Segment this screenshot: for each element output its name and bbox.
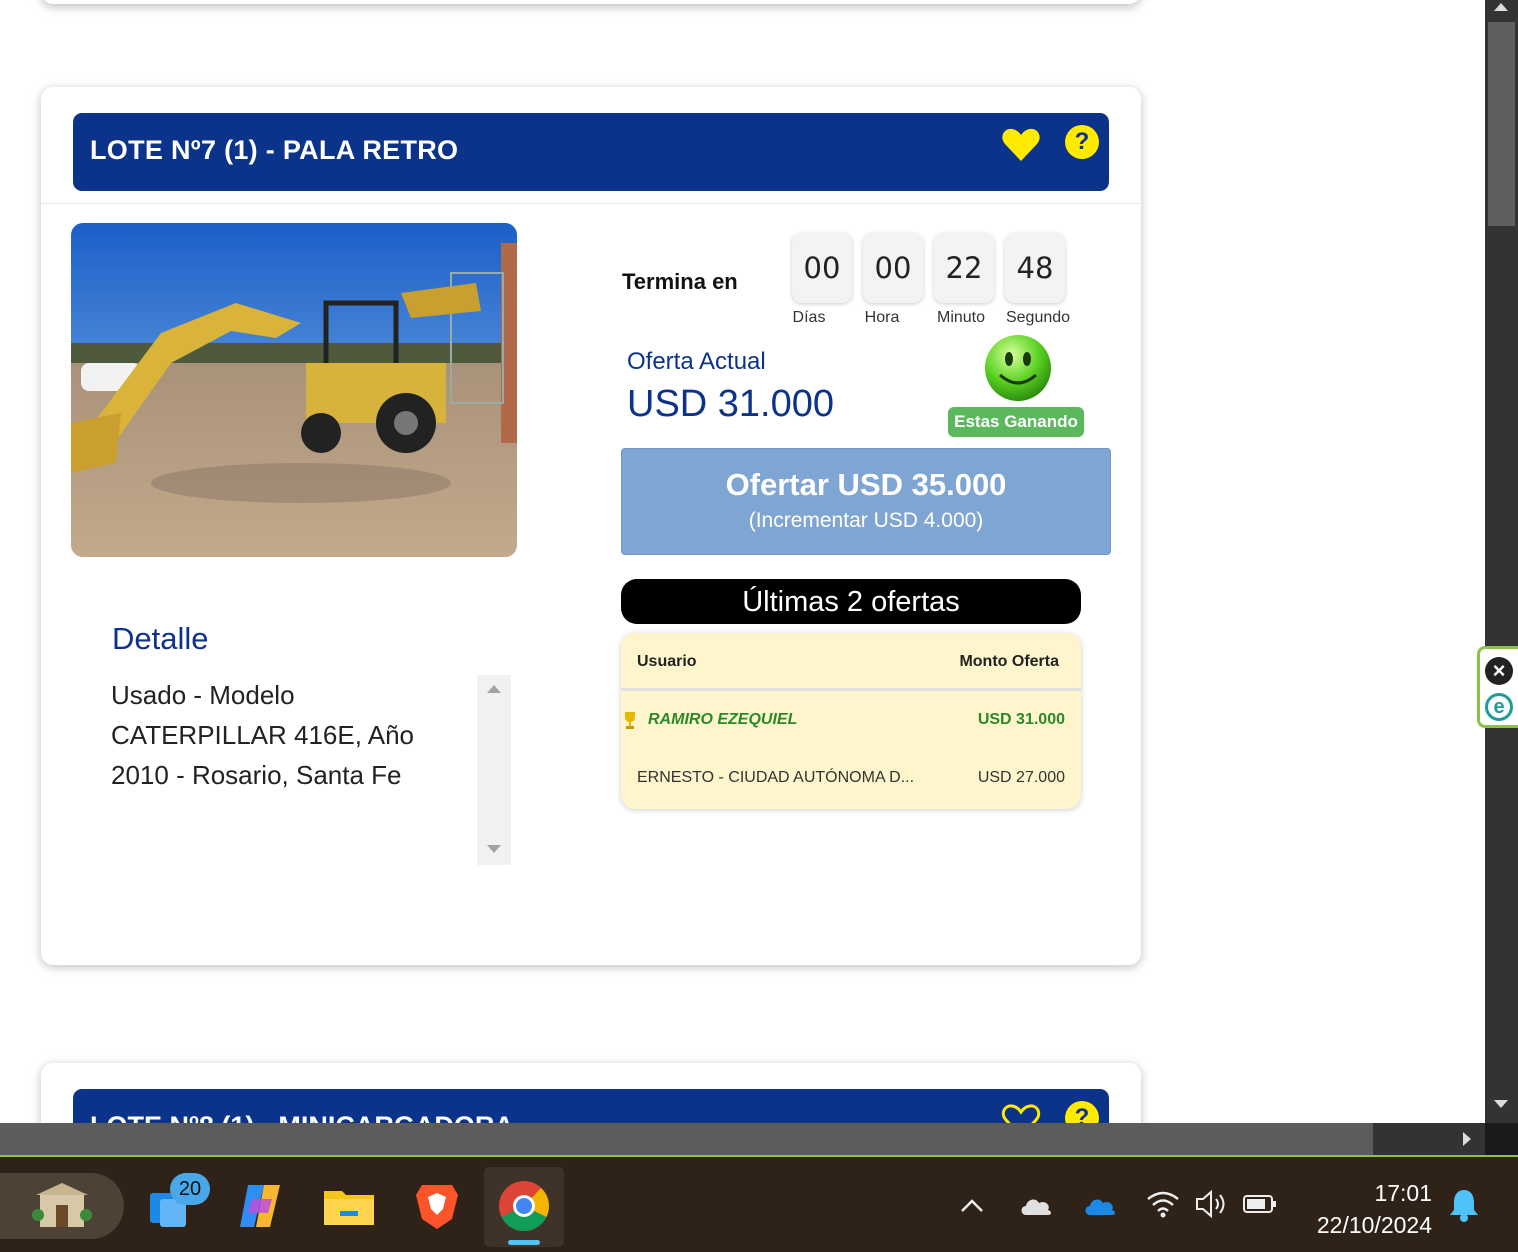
- lot-header: LOTE Nº7 (1) - PALA RETRO ?: [73, 113, 1109, 191]
- table-row: ERNESTO - CIUDAD AUTÓNOMA D... USD 27.00…: [621, 749, 1081, 807]
- detail-title: Detalle: [112, 621, 209, 656]
- lot-card: LOTE Nº7 (1) - PALA RETRO ? Termina en 0…: [41, 87, 1141, 965]
- brave-browser-icon[interactable]: [410, 1179, 464, 1233]
- active-indicator: [508, 1240, 540, 1245]
- scroll-up-icon[interactable]: [487, 685, 501, 693]
- close-icon[interactable]: ×: [1485, 657, 1513, 685]
- place-bid-button[interactable]: Ofertar USD 35.000 (Incrementar USD 4.00…: [621, 448, 1111, 555]
- lot-header: LOTE Nº8 (1) - MINICARGADORA ?: [73, 1089, 1109, 1123]
- countdown-days: 00: [792, 233, 852, 303]
- next-lot-card: LOTE Nº8 (1) - MINICARGADORA ?: [41, 1063, 1141, 1123]
- start-button[interactable]: [0, 1173, 124, 1239]
- start-icon: [32, 1183, 92, 1227]
- battery-icon[interactable]: [1242, 1193, 1278, 1215]
- clock-time: 17:01: [1374, 1180, 1432, 1206]
- trophy-icon: [625, 712, 635, 729]
- onedrive-icon[interactable]: [1082, 1193, 1118, 1217]
- scrollbar-thumb[interactable]: [1488, 22, 1515, 226]
- copilot-icon[interactable]: [234, 1179, 288, 1233]
- wifi-icon[interactable]: [1146, 1189, 1180, 1219]
- scroll-down-icon[interactable]: [487, 845, 501, 853]
- scroll-down-icon[interactable]: [1494, 1100, 1508, 1108]
- countdown-seconds-label: Segundo: [1005, 309, 1071, 326]
- taskbar: 20 17:01 22/10/2024: [0, 1155, 1518, 1252]
- countdown-hours: 00: [863, 233, 923, 303]
- table-row: RAMIRO EZEQUIEL USD 31.000: [621, 691, 1081, 749]
- current-offer-value: USD 31.000: [627, 383, 835, 425]
- file-explorer-icon[interactable]: [322, 1179, 376, 1233]
- scroll-up-icon[interactable]: [1494, 3, 1508, 11]
- bid-button-label: Ofertar USD 35.000: [725, 467, 1007, 502]
- detail-text: Usado - Modelo CATERPILLAR 416E, Año 201…: [111, 680, 415, 790]
- bid-amount: USD 31.000: [977, 711, 1065, 728]
- recent-bids-header: Últimas 2 ofertas: [621, 579, 1081, 624]
- bid-increment-label: (Incrementar USD 4.000): [748, 509, 984, 532]
- table-header: Usuario Monto Oferta: [621, 633, 1081, 691]
- countdown-label: Termina en: [622, 269, 738, 294]
- previous-lot-card: [41, 0, 1141, 4]
- help-icon[interactable]: ?: [1065, 1101, 1099, 1123]
- bid-user: RAMIRO EZEQUIEL: [648, 711, 798, 728]
- help-icon[interactable]: ?: [1065, 125, 1099, 159]
- volume-icon[interactable]: [1194, 1189, 1230, 1219]
- browser-viewport: LOTE Nº7 (1) - PALA RETRO ? Termina en 0…: [0, 0, 1485, 1123]
- column-user: Usuario: [637, 653, 697, 670]
- bid-user: ERNESTO - CIUDAD AUTÓNOMA D...: [637, 769, 915, 786]
- horizontal-scrollbar[interactable]: [0, 1123, 1485, 1155]
- heart-icon[interactable]: [1001, 127, 1041, 163]
- lot-title: LOTE Nº7 (1) - PALA RETRO: [90, 135, 459, 165]
- countdown-days-label: Días: [792, 309, 826, 326]
- chevron-up-icon[interactable]: [960, 1197, 984, 1213]
- column-amount: Monto Oferta: [959, 653, 1059, 670]
- chrome-icon[interactable]: [497, 1179, 551, 1233]
- clock-date: 22/10/2024: [1316, 1212, 1432, 1238]
- countdown-minutes: 22: [934, 233, 994, 303]
- heart-outline-icon[interactable]: [1001, 1103, 1041, 1123]
- system-clock[interactable]: 17:01 22/10/2024: [1317, 1177, 1432, 1241]
- countdown-minutes-label: Minuto: [936, 309, 986, 326]
- countdown-hours-label: Hora: [864, 309, 900, 326]
- status-badge: Estas Ganando: [948, 407, 1084, 437]
- page-scrollbar[interactable]: [1485, 0, 1518, 1123]
- bid-amount: USD 27.000: [977, 769, 1065, 786]
- current-offer-label: Oferta Actual: [627, 348, 766, 375]
- recent-bids-table: Usuario Monto Oferta RAMIRO EZEQUIEL USD…: [621, 633, 1081, 809]
- lot-title: LOTE Nº8 (1) - MINICARGADORA: [90, 1111, 514, 1123]
- eset-icon[interactable]: e: [1485, 693, 1513, 721]
- scroll-right-icon[interactable]: [1463, 1132, 1471, 1146]
- scrollbar-corner: [1485, 1123, 1518, 1155]
- smiley-icon: [985, 335, 1051, 401]
- widgets-badge: 20: [170, 1173, 210, 1205]
- cloud-icon[interactable]: [1018, 1193, 1054, 1217]
- detail-scrollbar[interactable]: [477, 675, 511, 865]
- divider: [41, 203, 1141, 204]
- lot-photo[interactable]: [71, 223, 517, 557]
- extension-widget: × e: [1477, 646, 1518, 728]
- notification-bell-icon[interactable]: [1448, 1187, 1480, 1223]
- countdown-seconds: 48: [1005, 233, 1065, 303]
